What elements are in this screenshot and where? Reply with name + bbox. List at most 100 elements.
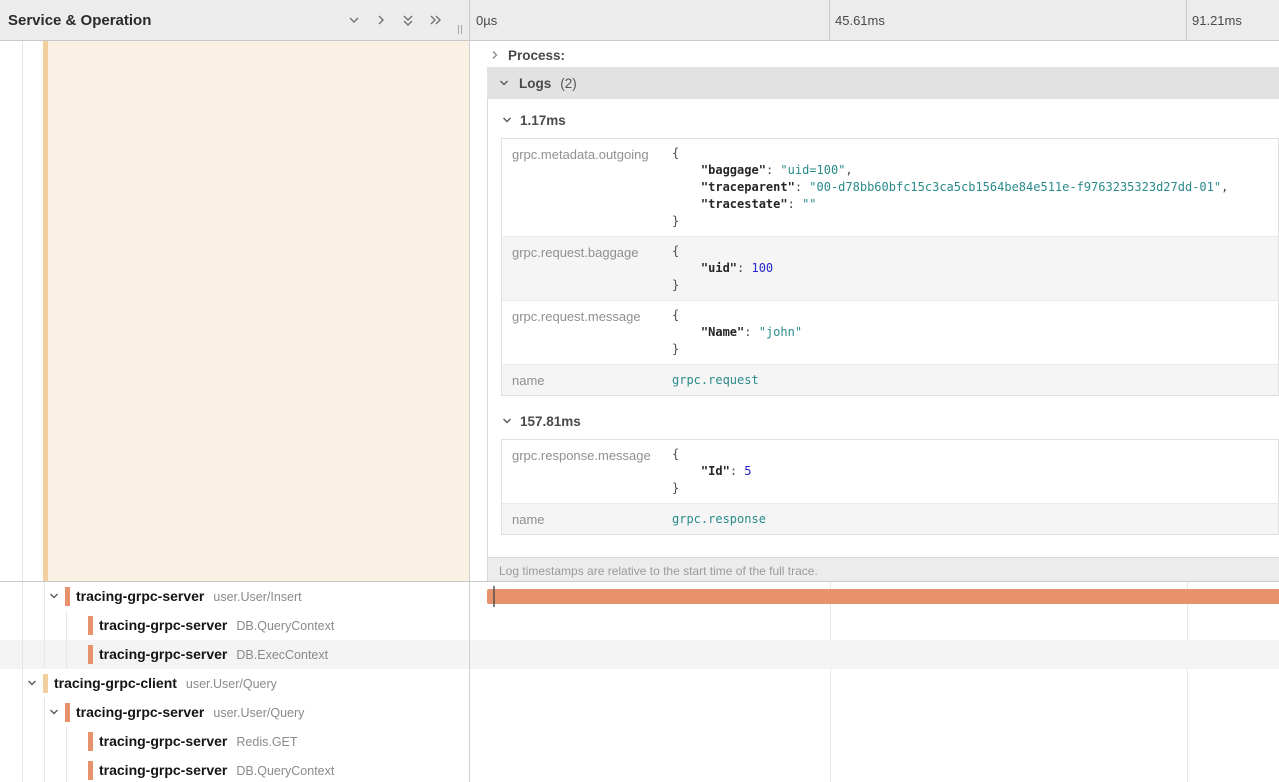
log-field-row: namegrpc.response xyxy=(502,503,1278,534)
span-service-name: tracing-grpc-server xyxy=(99,733,227,749)
log-timestamp: 1.17ms xyxy=(520,113,566,128)
indent-guide xyxy=(44,756,45,782)
field-value: { "Id": 5 } xyxy=(672,440,1278,503)
indent-guide xyxy=(66,756,67,782)
span-service-name: tracing-grpc-server xyxy=(76,704,204,720)
service-operation-title: Service & Operation xyxy=(8,12,151,29)
span-operation-name: user.User/Query xyxy=(186,677,277,691)
log-groups: 1.17ms grpc.metadata.outgoing{ "baggage":… xyxy=(488,99,1279,557)
span-operation-name: DB.QueryContext xyxy=(236,619,334,633)
log-entry-group: 1.17ms grpc.metadata.outgoing{ "baggage":… xyxy=(501,107,1279,396)
timeline-header: Service & Operation 0µs 45.61ms 91.21ms xyxy=(0,0,1279,41)
field-value: grpc.response xyxy=(672,504,1278,534)
span-name-cell[interactable]: tracing-grpc-serverDB.QueryContext xyxy=(0,756,470,782)
logs-footer-note: Log timestamps are relative to the start… xyxy=(488,557,1279,581)
span-row: tracing-grpc-serverDB.QueryContext xyxy=(0,756,1279,782)
span-timeline-cell[interactable] xyxy=(470,611,1279,640)
span-row: tracing-grpc-serverDB.QueryContext xyxy=(0,611,1279,640)
span-operation-name: user.User/Query xyxy=(213,706,304,720)
field-value: grpc.request xyxy=(672,365,1278,395)
log-fields-table: grpc.response.message{ "Id": 5 }namegrpc… xyxy=(501,439,1279,535)
span-timeline-cell[interactable] xyxy=(470,669,1279,698)
span-rows: tracing-grpc-serveruser.User/Insert traci… xyxy=(0,582,1279,782)
indent-guide xyxy=(22,582,23,611)
field-key: grpc.response.message xyxy=(502,440,672,503)
field-key: name xyxy=(502,504,672,534)
span-duration-bar[interactable] xyxy=(487,589,1279,604)
field-value: { "Name": "john" } xyxy=(672,301,1278,364)
field-value: { "baggage": "uid=100", "traceparent": "… xyxy=(672,139,1278,236)
span-color-bar xyxy=(88,645,93,664)
expand-one-icon[interactable] xyxy=(373,12,389,28)
chevron-down-icon xyxy=(501,415,513,427)
field-key: grpc.metadata.outgoing xyxy=(502,139,672,236)
ruler-tick-label: 45.61ms xyxy=(829,0,885,40)
span-timeline-cell[interactable] xyxy=(470,582,1279,611)
log-field-row: namegrpc.request xyxy=(502,364,1278,395)
span-timeline-cell[interactable] xyxy=(470,727,1279,756)
collapse-one-icon[interactable] xyxy=(346,12,362,28)
indent-guide xyxy=(22,727,23,756)
span-row: tracing-grpc-serveruser.User/Insert xyxy=(0,582,1279,611)
service-operation-header: Service & Operation xyxy=(0,0,470,40)
span-timeline-cell[interactable] xyxy=(470,640,1279,669)
field-key: grpc.request.baggage xyxy=(502,237,672,300)
log-field-row: grpc.request.message{ "Name": "john" } xyxy=(502,300,1278,364)
logs-accordion[interactable]: Logs (2) xyxy=(487,67,1279,99)
log-field-row: grpc.response.message{ "Id": 5 } xyxy=(502,440,1278,503)
span-name-cell[interactable]: tracing-grpc-clientuser.User/Query xyxy=(0,669,470,698)
span-color-bar xyxy=(65,703,70,722)
span-labels: tracing-grpc-server user.User/Query xyxy=(76,704,304,722)
indent-guide xyxy=(66,611,67,640)
timeline-ruler: 0µs 45.61ms 91.21ms xyxy=(470,0,1279,40)
logs-container: 1.17ms grpc.metadata.outgoing{ "baggage":… xyxy=(487,99,1279,581)
chevron-down-icon xyxy=(501,114,513,126)
span-name-cell[interactable]: tracing-grpc-server user.User/Query xyxy=(0,698,470,727)
span-children-toggle[interactable] xyxy=(48,706,60,718)
field-value: { "uid": 100 } xyxy=(672,237,1278,300)
indent-guide xyxy=(44,611,45,640)
span-labels: tracing-grpc-serveruser.User/Insert xyxy=(76,588,302,606)
logs-label: Logs xyxy=(519,76,551,91)
indent-guide xyxy=(22,698,23,727)
indent-guide xyxy=(44,640,45,669)
span-operation-name: DB.ExecContext xyxy=(236,648,328,662)
field-key: grpc.request.message xyxy=(502,301,672,364)
tree-controls xyxy=(346,0,443,40)
process-label: Process: xyxy=(508,48,565,63)
span-color-bar xyxy=(88,732,93,751)
log-fields-table: grpc.metadata.outgoing{ "baggage": "uid=… xyxy=(501,138,1279,396)
span-timeline-cell[interactable] xyxy=(470,756,1279,782)
span-children-toggle[interactable] xyxy=(26,677,38,689)
span-name-cell[interactable]: tracing-grpc-serverDB.QueryContext xyxy=(0,611,470,640)
span-labels: tracing-grpc-server DB.ExecContext xyxy=(99,646,328,664)
span-timeline-cell[interactable] xyxy=(470,698,1279,727)
indent-guide xyxy=(22,41,23,581)
log-timestamp-accordion[interactable]: 1.17ms xyxy=(501,107,1279,133)
span-labels: tracing-grpc-server Redis.GET xyxy=(99,733,298,751)
span-detail-row: Process: Logs (2) 1.17ms grpc.metadata.ou… xyxy=(0,41,1279,582)
column-resizer-grip[interactable] xyxy=(458,25,462,34)
span-children-toggle[interactable] xyxy=(48,590,60,602)
collapse-all-icon[interactable] xyxy=(400,12,416,28)
span-name-cell[interactable]: tracing-grpc-serveruser.User/Insert xyxy=(0,582,470,611)
log-field-row: grpc.request.baggage{ "uid": 100 } xyxy=(502,236,1278,300)
indent-guide xyxy=(22,669,23,698)
ruler-tick-label: 91.21ms xyxy=(1186,0,1242,40)
span-row: tracing-grpc-server Redis.GET xyxy=(0,727,1279,756)
indent-guide xyxy=(44,727,45,756)
process-accordion[interactable]: Process: xyxy=(489,43,565,67)
span-row: tracing-grpc-server user.User/Query xyxy=(0,698,1279,727)
span-name-cell[interactable]: tracing-grpc-server Redis.GET xyxy=(0,727,470,756)
ruler-tick-label: 0µs xyxy=(470,0,497,40)
span-service-name: tracing-grpc-server xyxy=(99,646,227,662)
log-timestamp-accordion[interactable]: 157.81ms xyxy=(501,408,1279,434)
timeline-body: Process: Logs (2) 1.17ms grpc.metadata.ou… xyxy=(0,41,1279,782)
expand-all-icon[interactable] xyxy=(427,12,443,28)
chevron-right-icon xyxy=(489,49,501,61)
span-detail-highlight xyxy=(48,41,469,581)
span-operation-name: Redis.GET xyxy=(236,735,297,749)
span-name-cell[interactable]: tracing-grpc-server DB.ExecContext xyxy=(0,640,470,669)
span-detail-left-gutter xyxy=(0,41,470,581)
span-color-bar xyxy=(88,616,93,635)
